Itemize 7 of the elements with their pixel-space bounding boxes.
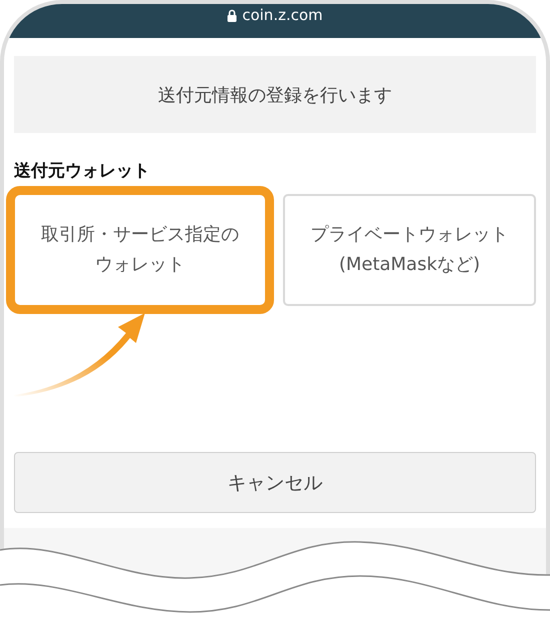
cancel-button[interactable]: キャンセル	[14, 452, 536, 513]
wallet-option[interactable]: プライベートウォレット (MetaMaskなど)	[283, 194, 536, 306]
wallet-option[interactable]: 取引所・サービス指定の ウォレット	[6, 186, 274, 314]
info-message: 送付元情報の登録を行います	[14, 56, 536, 133]
lock-icon	[227, 8, 238, 22]
url-text[interactable]: coin.z.com	[242, 6, 323, 24]
section-label: 送付元ウォレット	[14, 160, 151, 182]
